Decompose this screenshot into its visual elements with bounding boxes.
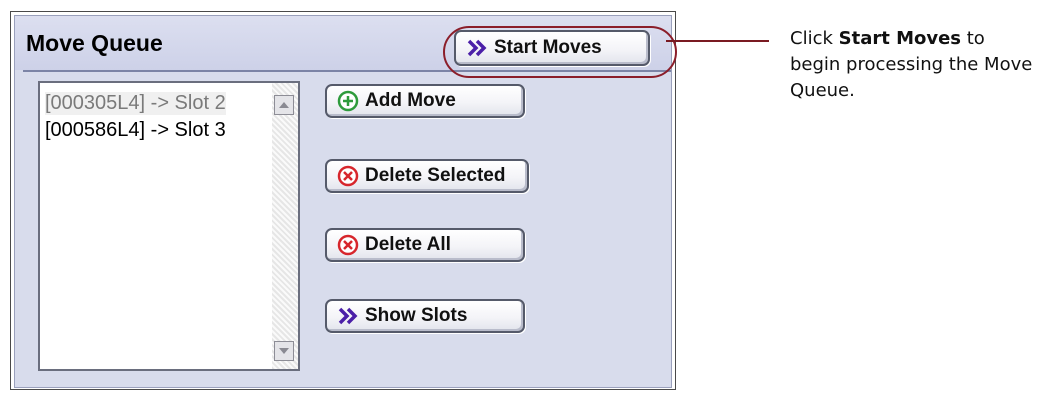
panel-title: Move Queue: [26, 30, 163, 56]
triangle-down-icon: [279, 348, 289, 354]
show-slots-label: Show Slots: [365, 305, 468, 326]
delete-selected-button[interactable]: Delete Selected: [325, 159, 529, 193]
list-item[interactable]: [000586L4] -> Slot 3: [45, 119, 226, 142]
add-move-button[interactable]: Add Move: [325, 84, 525, 118]
list-scrollbar[interactable]: [272, 83, 298, 369]
move-queue-panel-frame: Move Queue Start Moves [000305L4] -> Slo…: [10, 11, 677, 390]
list-item-label: [000305L4] -> Slot 2: [45, 92, 226, 114]
callout-text: Click Start Moves to begin processing th…: [790, 26, 1040, 104]
list-item[interactable]: [000305L4] -> Slot 2: [45, 92, 226, 115]
callout-bold: Start Moves: [838, 28, 962, 49]
scroll-down-button[interactable]: [274, 341, 294, 361]
double-chevron-right-icon: [337, 305, 359, 327]
plus-circle-icon: [337, 90, 359, 112]
x-circle-icon: [337, 234, 359, 256]
callout-prefix: Click: [790, 28, 839, 49]
scroll-up-button[interactable]: [274, 95, 294, 115]
delete-all-button[interactable]: Delete All: [325, 228, 525, 262]
show-slots-button[interactable]: Show Slots: [325, 299, 525, 333]
delete-all-label: Delete All: [365, 234, 451, 255]
move-queue-list[interactable]: [000305L4] -> Slot 2 [000586L4] -> Slot …: [38, 81, 300, 371]
delete-selected-label: Delete Selected: [365, 165, 506, 186]
start-moves-highlight: [443, 26, 677, 78]
x-circle-icon: [337, 165, 359, 187]
triangle-up-icon: [279, 102, 289, 108]
add-move-label: Add Move: [365, 90, 456, 111]
callout-leader-line: [666, 40, 769, 42]
list-item-label: [000586L4] -> Slot 3: [45, 119, 226, 141]
